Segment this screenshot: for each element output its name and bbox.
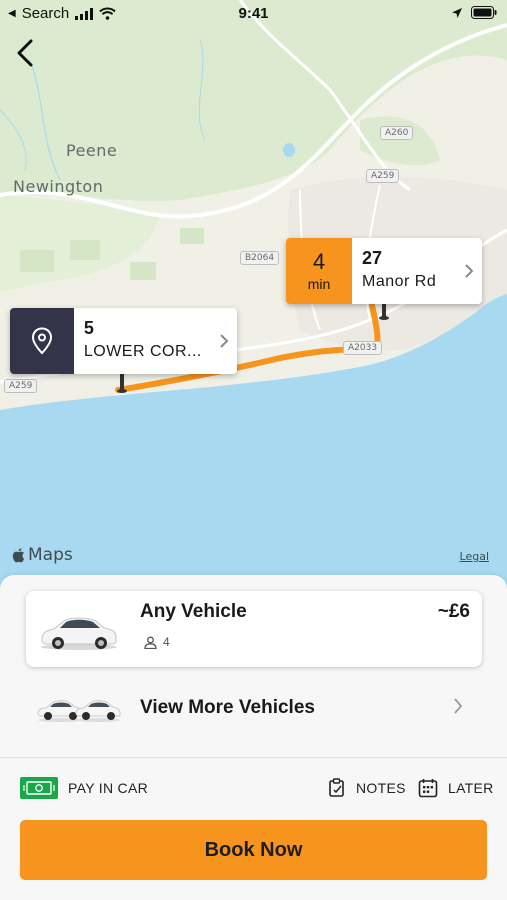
calendar-icon <box>418 779 438 798</box>
road-label: B2064 <box>240 251 280 265</box>
view-more-vehicles-row[interactable]: View More Vehicles <box>0 675 507 741</box>
cars-group-icon <box>37 700 121 722</box>
notes-icon <box>329 778 344 797</box>
car-icon <box>41 617 117 650</box>
location-arrow-icon <box>452 7 462 18</box>
booking-sheet: Any Vehicle ~£6 4 View More Vehicles PAY… <box>0 575 507 900</box>
pickup-callout[interactable]: 5 LOWER COR... <box>10 308 237 374</box>
battery-icon <box>471 6 497 19</box>
eta-unit: min <box>307 275 331 292</box>
vehicle-name: Any Vehicle <box>140 601 247 622</box>
chevron-right-icon <box>220 334 229 348</box>
seat-count: 4 <box>163 635 170 649</box>
pickup-number: 5 <box>83 318 94 338</box>
map-place-label: Newington <box>13 177 104 196</box>
status-time: 9:41 <box>238 5 269 22</box>
vehicle-option-card[interactable]: Any Vehicle ~£6 4 <box>26 591 482 667</box>
status-bar: ◀ Search 9:41 <box>0 0 507 28</box>
notes-label: NOTES <box>356 780 406 796</box>
notes-button[interactable]: NOTES <box>328 773 406 803</box>
map-view[interactable]: Peene Newington A260 A259 B2064 A2033 A2… <box>0 0 507 600</box>
book-now-button[interactable]: Book Now <box>20 820 487 880</box>
cash-icon <box>20 777 58 799</box>
destination-callout[interactable]: 4 min 27 Manor Rd <box>286 238 482 304</box>
person-icon <box>144 636 157 649</box>
road-label: A2033 <box>343 341 383 355</box>
chevron-right-icon <box>454 698 463 714</box>
destination-street: Manor Rd <box>362 273 437 290</box>
schedule-later-label: LATER <box>448 780 494 796</box>
pickup-street: LOWER COR... <box>83 343 202 360</box>
apple-logo-icon <box>12 548 25 563</box>
schedule-later-button[interactable]: LATER <box>418 773 494 803</box>
maps-attribution-text: Maps <box>28 545 73 565</box>
maps-attribution: Maps <box>12 545 73 565</box>
legal-link[interactable]: Legal <box>460 550 489 563</box>
vehicle-seats: 4 <box>144 635 170 649</box>
booking-options: PAY IN CAR NOTES LATER <box>0 773 507 803</box>
pickup-marker <box>10 308 74 374</box>
destination-number: 27 <box>362 248 383 268</box>
location-pin-icon <box>31 327 52 355</box>
road-label: A260 <box>380 126 414 140</box>
map-place-label: Peene <box>66 141 118 160</box>
road-label: A259 <box>366 169 400 183</box>
eta-value: 4 <box>312 248 326 274</box>
chevron-left-icon <box>17 39 33 67</box>
divider <box>0 757 507 758</box>
eta-badge: 4 min <box>286 238 352 304</box>
vehicle-price: ~£6 <box>437 601 470 622</box>
payment-method-button[interactable]: PAY IN CAR <box>20 773 148 803</box>
payment-method-label: PAY IN CAR <box>68 780 149 796</box>
road-label: A259 <box>4 379 38 393</box>
back-button[interactable] <box>10 36 40 70</box>
view-more-vehicles-label: View More Vehicles <box>140 697 315 718</box>
chevron-right-icon <box>465 264 474 278</box>
